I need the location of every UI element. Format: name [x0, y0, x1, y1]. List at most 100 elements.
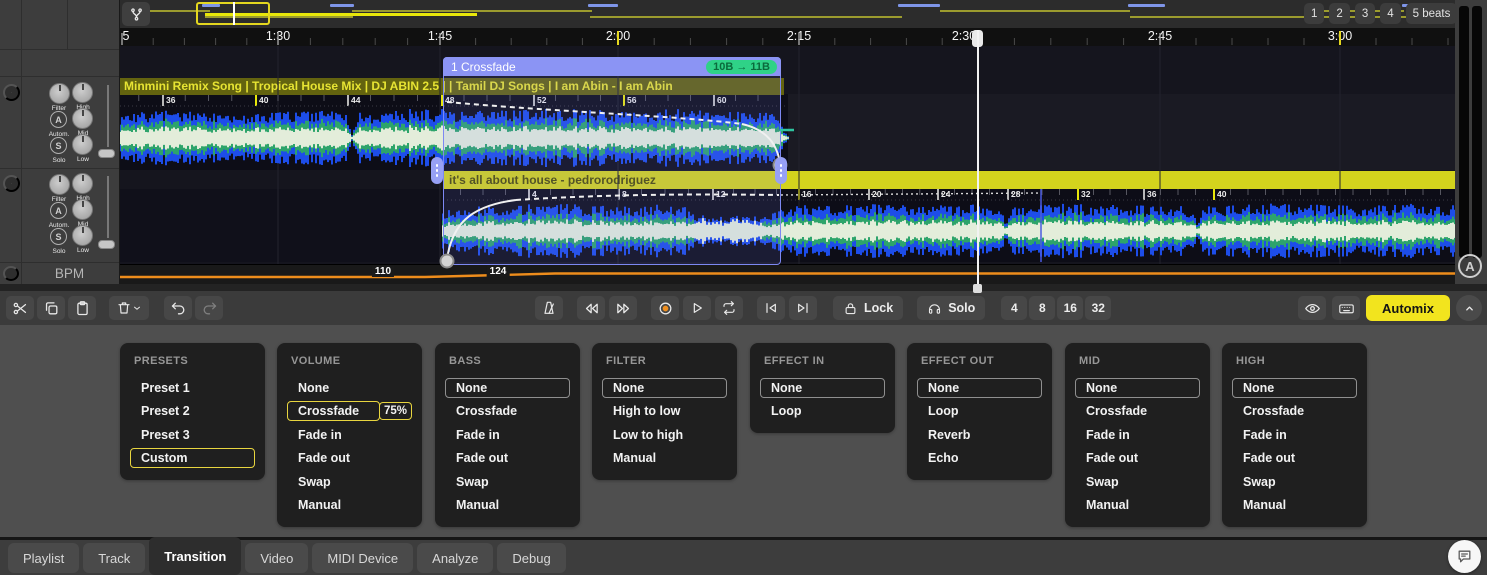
panel-option-high-to-low[interactable]: High to low	[602, 400, 727, 424]
skip-end-button[interactable]	[789, 296, 817, 320]
crossfade-region[interactable]	[443, 57, 781, 265]
paste-button[interactable]	[68, 296, 96, 320]
skip-start-button[interactable]	[757, 296, 785, 320]
panel-option-crossfade[interactable]: Crossfade 75%	[287, 400, 412, 424]
high-knob[interactable]	[72, 173, 93, 194]
panel-option-crossfade[interactable]: Crossfade	[445, 400, 570, 424]
fast-forward-button[interactable]	[609, 296, 637, 320]
shortcuts-button[interactable]	[1332, 296, 1360, 320]
panel-option-crossfade[interactable]: Crossfade	[1232, 400, 1357, 424]
panel-option-preset-2[interactable]: Preset 2	[130, 400, 255, 424]
solo-button[interactable]: Solo	[917, 296, 985, 320]
panel-option-loop[interactable]: Loop	[917, 400, 1042, 424]
panel-option-custom[interactable]: Custom	[130, 447, 255, 471]
panel-option-manual[interactable]: Manual	[445, 494, 570, 518]
panel-option-preset-3[interactable]: Preset 3	[130, 423, 255, 447]
panel-option-swap[interactable]: Swap	[1075, 470, 1200, 494]
panel-option-low-to-high[interactable]: Low to high	[602, 423, 727, 447]
a-badge-icon[interactable]: A	[1458, 254, 1482, 278]
automation-button[interactable]: A	[50, 111, 67, 128]
automix-button[interactable]: Automix	[1366, 295, 1450, 321]
panel-option-fade-out[interactable]: Fade out	[445, 447, 570, 471]
panel-option-none[interactable]: None	[1232, 376, 1357, 400]
filter-knob[interactable]	[49, 83, 70, 104]
copy-button[interactable]	[37, 296, 65, 320]
playhead-bottom-handle[interactable]	[973, 284, 982, 293]
tab-analyze[interactable]: Analyze	[417, 543, 493, 573]
panel-option-fade-in[interactable]: Fade in	[445, 423, 570, 447]
panel-option-fade-out[interactable]: Fade out	[1075, 447, 1200, 471]
solo-button[interactable]: S	[50, 228, 67, 245]
panel-option-none[interactable]: None	[917, 376, 1042, 400]
automation-button[interactable]: A	[50, 202, 67, 219]
beat-jump-button-8[interactable]: 8	[1029, 296, 1055, 320]
panel-option-loop[interactable]: Loop	[760, 400, 885, 424]
play-button[interactable]	[683, 296, 711, 320]
panel-option-echo[interactable]: Echo	[917, 447, 1042, 471]
panel-option-manual[interactable]: Manual	[1232, 494, 1357, 518]
tab-midi-device[interactable]: MIDI Device	[312, 543, 413, 573]
panel-option-preset-1[interactable]: Preset 1	[130, 376, 255, 400]
panel-option-value[interactable]: 75%	[379, 402, 412, 420]
panel-option-none[interactable]: None	[445, 376, 570, 400]
tab-video[interactable]: Video	[245, 543, 308, 573]
visibility-button[interactable]	[1298, 296, 1326, 320]
minimap-background[interactable]	[120, 0, 1455, 28]
panel-option-fade-in[interactable]: Fade in	[1075, 423, 1200, 447]
tab-debug[interactable]: Debug	[497, 543, 565, 573]
low-knob[interactable]	[72, 225, 93, 246]
panel-option-manual[interactable]: Manual	[602, 447, 727, 471]
beat-length-button-2[interactable]: 2	[1329, 3, 1349, 24]
panel-option-none[interactable]: None	[602, 376, 727, 400]
beat-length-button-1[interactable]: 1	[1304, 3, 1324, 24]
tab-playlist[interactable]: Playlist	[8, 543, 79, 573]
panel-option-manual[interactable]: Manual	[1075, 494, 1200, 518]
panel-option-none[interactable]: None	[760, 376, 885, 400]
beat-jump-button-32[interactable]: 32	[1085, 296, 1111, 320]
record-button[interactable]	[651, 296, 679, 320]
low-knob[interactable]	[72, 134, 93, 155]
tab-transition[interactable]: Transition	[149, 537, 241, 575]
bpm-value[interactable]: 110	[372, 266, 394, 277]
beat-length-button-5-beats[interactable]: 5 beats	[1406, 3, 1458, 24]
filter-knob[interactable]	[49, 174, 70, 195]
undo-button[interactable]	[164, 296, 192, 320]
tab-track[interactable]: Track	[83, 543, 145, 573]
panel-option-manual[interactable]: Manual	[287, 494, 412, 518]
panel-option-swap[interactable]: Swap	[1232, 470, 1357, 494]
panel-option-swap[interactable]: Swap	[445, 470, 570, 494]
panel-option-reverb[interactable]: Reverb	[917, 423, 1042, 447]
support-chat-button[interactable]	[1448, 540, 1481, 573]
collapse-panel-button[interactable]	[1456, 295, 1482, 321]
mid-knob[interactable]	[72, 199, 93, 220]
delete-button[interactable]	[109, 296, 149, 320]
panel-option-fade-out[interactable]: Fade out	[1232, 447, 1357, 471]
cut-button[interactable]	[6, 296, 34, 320]
panel-option-none[interactable]: None	[1075, 376, 1200, 400]
timeline-mode-button[interactable]	[122, 2, 150, 26]
redo-button[interactable]	[195, 296, 223, 320]
lock-button[interactable]: Lock	[833, 296, 903, 320]
panel-option-fade-in[interactable]: Fade in	[287, 423, 412, 447]
beat-jump-button-16[interactable]: 16	[1057, 296, 1083, 320]
panel-option-none[interactable]: None	[287, 376, 412, 400]
panel-option-crossfade[interactable]: Crossfade	[1075, 400, 1200, 424]
crossfade-header[interactable]: 1 Crossfade 10B → 11B	[443, 57, 781, 76]
volume-fader[interactable]	[98, 240, 115, 249]
expand-bpm-button[interactable]	[3, 266, 19, 281]
metronome-button[interactable]	[535, 296, 563, 320]
beat-length-button-3[interactable]: 3	[1355, 3, 1375, 24]
beat-jump-button-4[interactable]: 4	[1001, 296, 1027, 320]
crossfade-left-handle[interactable]	[431, 157, 443, 184]
rewind-button[interactable]	[577, 296, 605, 320]
high-knob[interactable]	[72, 82, 93, 103]
loop-button[interactable]	[715, 296, 743, 320]
collapse-channel-button[interactable]	[3, 175, 20, 192]
beat-length-button-4[interactable]: 4	[1380, 3, 1400, 24]
panel-option-fade-in[interactable]: Fade in	[1232, 423, 1357, 447]
panel-option-fade-out[interactable]: Fade out	[287, 447, 412, 471]
collapse-channel-button[interactable]	[3, 84, 20, 101]
crossfade-right-handle[interactable]	[775, 157, 787, 184]
volume-fader[interactable]	[98, 149, 115, 158]
bpm-value[interactable]: 124	[487, 266, 510, 277]
